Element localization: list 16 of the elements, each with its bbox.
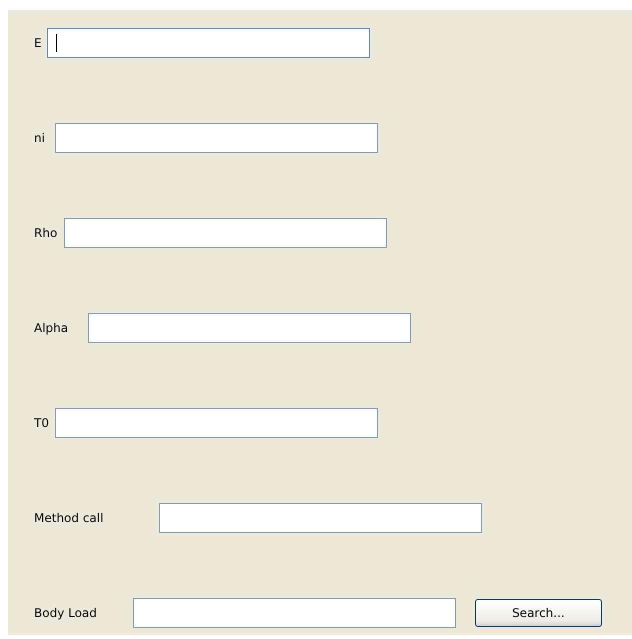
input-field[interactable] <box>54 408 378 438</box>
field-label: E <box>34 36 42 50</box>
field-label: Method call <box>34 511 104 525</box>
field-label: T0 <box>34 416 49 430</box>
field-label: Rho <box>34 226 58 240</box>
text-cursor <box>56 34 57 52</box>
input-field[interactable] <box>54 123 378 153</box>
input-field[interactable] <box>132 598 456 628</box>
field-label: Body Load <box>34 606 97 620</box>
input-field[interactable] <box>159 503 482 533</box>
input-field[interactable] <box>64 218 388 248</box>
input-field[interactable] <box>88 313 412 343</box>
search-button[interactable]: Search... <box>474 599 602 627</box>
field-label: Alpha <box>34 321 68 335</box>
input-field[interactable] <box>46 28 370 58</box>
field-label: ni <box>34 131 45 145</box>
